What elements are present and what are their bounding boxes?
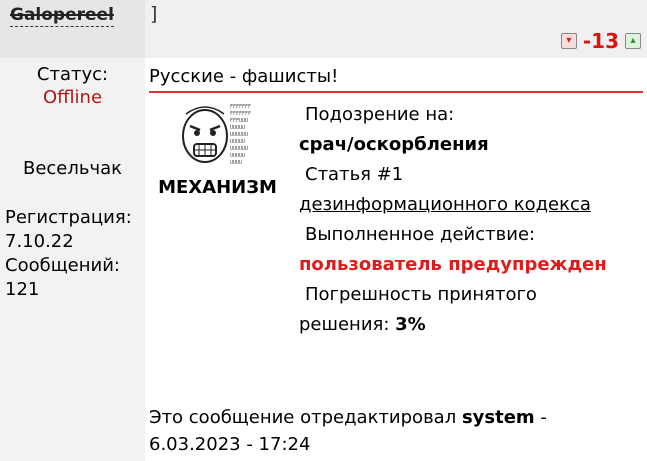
thumb-up-icon[interactable]: ▴ (625, 33, 641, 49)
status-value: Offline (42, 87, 103, 108)
article-label: Статья #1 (305, 164, 404, 185)
registration-label: Регистрация: (5, 207, 132, 228)
edited-dash: - (540, 407, 547, 428)
user-rank: Весельчак (22, 158, 123, 179)
header-bracket: ] (150, 3, 158, 25)
action-value: пользователь предупрежден (299, 254, 607, 275)
thumb-down-icon[interactable]: ▾ (560, 33, 577, 49)
svg-text:FFFFFFF: FFFFFFF (230, 111, 251, 117)
edited-note: Это сообщение отредактировал system - 6.… (149, 404, 629, 458)
edited-by: system (461, 407, 535, 428)
suspicion-label: Подозрение на: (305, 104, 455, 125)
messages-label: Сообщений: (5, 255, 120, 276)
error-label-2: решения: (299, 314, 390, 335)
edited-prefix: Это сообщение отредактировал (149, 407, 457, 428)
registration-date: 7.10.22 (5, 231, 74, 252)
user-meta: Регистрация: 7.10.22 Сообщений: 121 (5, 206, 132, 302)
messages-count: 121 (5, 279, 40, 300)
svg-text:UUUU: UUUU (230, 160, 242, 166)
username-link[interactable]: Galopereel (10, 4, 114, 27)
article-link[interactable]: дезинформационного кодекса (299, 194, 591, 215)
error-line: решения: 3% (299, 310, 644, 340)
post-rating: ▾ -13 ▴ (560, 29, 641, 53)
edited-date: 6.03.2023 - 17:24 (149, 434, 311, 455)
error-label: Погрешность принятого (305, 284, 537, 305)
svg-text:UUUUUU: UUUUUU (230, 146, 248, 152)
svg-text:UUUUU: UUUUU (230, 139, 245, 145)
suspicion-value: срач/оскорбления (299, 134, 489, 155)
svg-text:UUUUU: UUUUU (230, 153, 245, 159)
svg-text:FFFFFFF: FFFFFFF (230, 104, 251, 110)
moderator-name: МЕХАНИЗМ (158, 177, 277, 198)
action-label: Выполненное действие: (305, 224, 536, 245)
post-title: Русские - фашисты! (149, 66, 339, 87)
title-separator (149, 91, 643, 93)
svg-text:FFFUUU: FFFUUU (230, 118, 248, 124)
rage-face-image: FFFFFFF FFFFFFF FFFUUU UUUUU UUUUUU UUUU… (178, 100, 270, 170)
moderation-details: Подозрение на: срач/оскорбления Статья #… (299, 100, 644, 340)
svg-text:UUUUU: UUUUU (230, 125, 245, 131)
svg-text:UUUUUU: UUUUUU (230, 132, 248, 138)
rating-value: -13 (582, 29, 619, 53)
status-label: Статус: (36, 64, 109, 85)
error-value: 3% (395, 314, 426, 335)
